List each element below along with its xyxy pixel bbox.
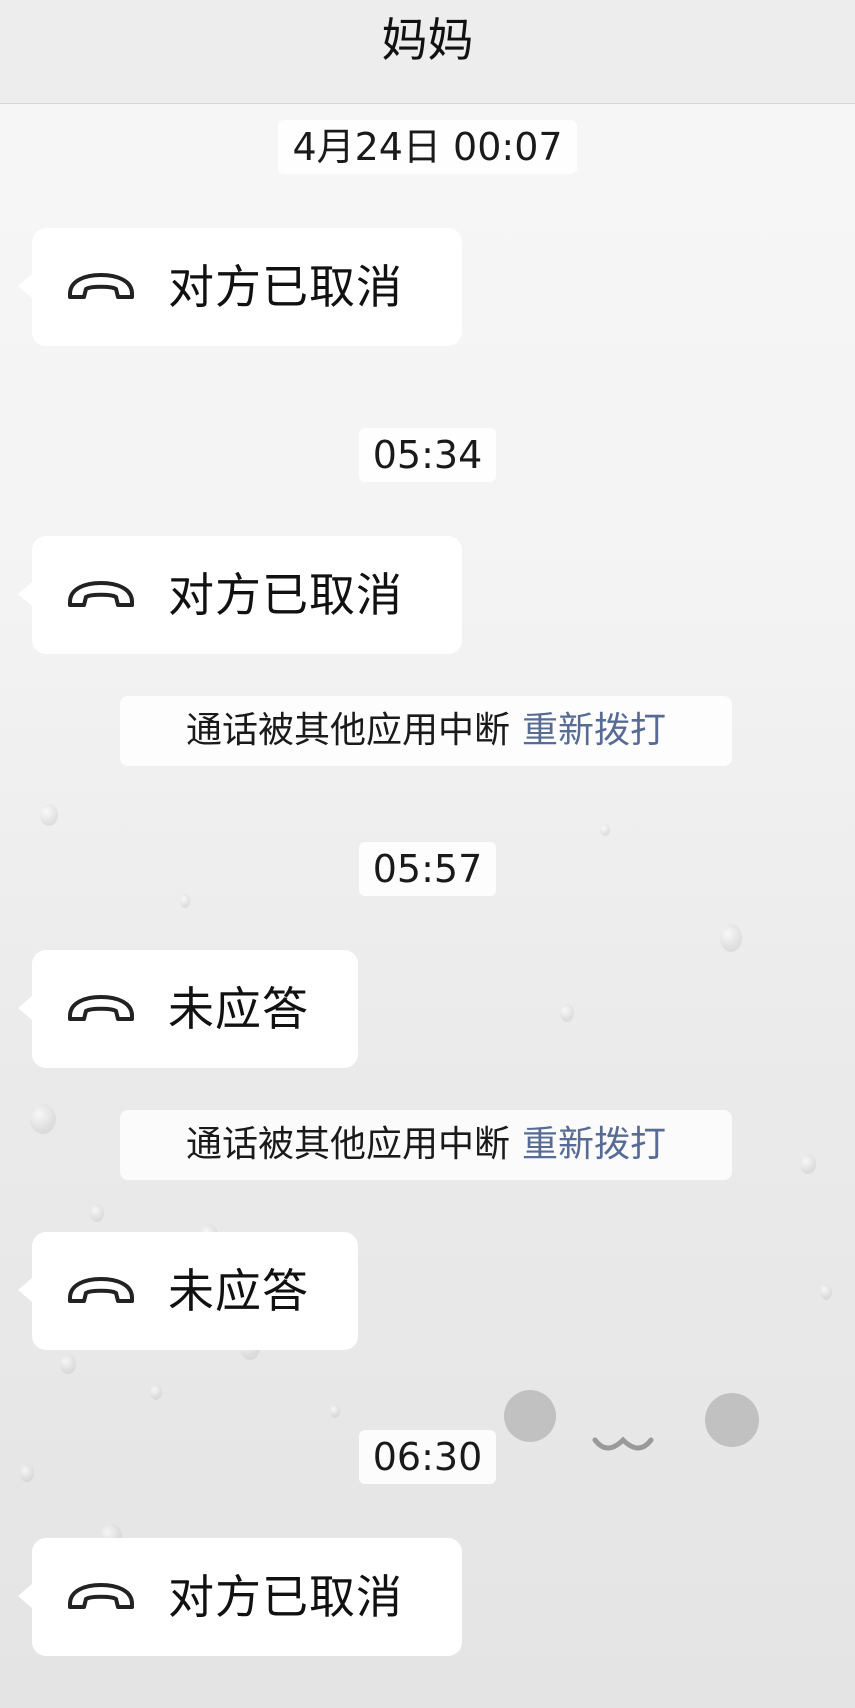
phone-hangup-icon bbox=[68, 273, 134, 299]
timestamp-label: 4月24日 00:07 bbox=[278, 120, 577, 174]
call-record-bubble[interactable]: 对方已取消 bbox=[18, 1538, 462, 1656]
phone-hangup-icon bbox=[68, 1277, 134, 1303]
phone-hangup-icon bbox=[68, 1583, 134, 1609]
chat-title: 妈妈 bbox=[381, 13, 474, 67]
call-status-text: 对方已取消 bbox=[168, 1570, 403, 1624]
raindrop-decoration bbox=[40, 804, 58, 826]
notice-text: 通话被其他应用中断 bbox=[185, 1124, 510, 1165]
system-notice: 通话被其他应用中断 重新拨打 bbox=[120, 1110, 732, 1180]
raindrop-decoration bbox=[60, 1354, 76, 1374]
timestamp-label: 05:57 bbox=[358, 842, 497, 896]
call-status-text: 对方已取消 bbox=[168, 568, 403, 622]
call-status-text: 对方已取消 bbox=[168, 260, 403, 314]
call-record-bubble[interactable]: 未应答 bbox=[18, 950, 358, 1068]
timestamp: 4月24日 00:07 bbox=[0, 120, 855, 174]
timestamp: 05:34 bbox=[0, 428, 855, 482]
timestamp: 06:30 bbox=[0, 1430, 855, 1484]
raindrop-decoration bbox=[180, 894, 190, 908]
redial-link[interactable]: 重新拨打 bbox=[522, 710, 666, 751]
chat-header: 妈妈 bbox=[0, 0, 855, 104]
notice-text: 通话被其他应用中断 bbox=[185, 710, 510, 751]
call-record-bubble[interactable]: 未应答 bbox=[18, 1232, 358, 1350]
call-status-text: 未应答 bbox=[168, 1264, 309, 1318]
call-record-bubble[interactable]: 对方已取消 bbox=[18, 536, 462, 654]
call-record-bubble[interactable]: 对方已取消 bbox=[18, 228, 462, 346]
raindrop-decoration bbox=[560, 1004, 574, 1022]
raindrop-decoration bbox=[150, 1384, 162, 1400]
timestamp-label: 06:30 bbox=[358, 1430, 497, 1484]
raindrop-decoration bbox=[30, 1104, 56, 1134]
phone-hangup-icon bbox=[68, 995, 134, 1021]
timestamp-label: 05:34 bbox=[358, 428, 497, 482]
system-notice: 通话被其他应用中断 重新拨打 bbox=[120, 696, 732, 766]
raindrop-decoration bbox=[330, 1404, 340, 1418]
raindrop-decoration bbox=[90, 1204, 104, 1222]
phone-hangup-icon bbox=[68, 581, 134, 607]
raindrop-decoration bbox=[820, 1284, 832, 1300]
raindrop-decoration bbox=[720, 924, 742, 952]
timestamp: 05:57 bbox=[0, 842, 855, 896]
raindrop-decoration bbox=[800, 1154, 816, 1174]
call-status-text: 未应答 bbox=[168, 982, 309, 1036]
raindrop-decoration bbox=[600, 824, 610, 836]
redial-link[interactable]: 重新拨打 bbox=[522, 1124, 666, 1165]
